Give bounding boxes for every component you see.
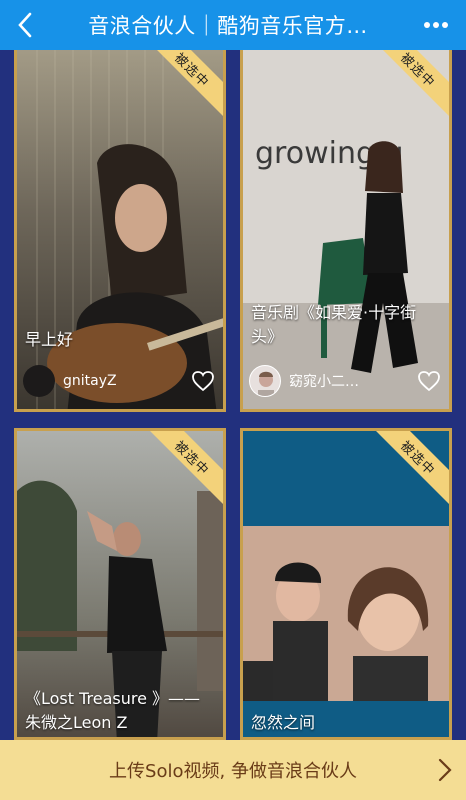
avatar — [23, 365, 55, 397]
avatar — [249, 365, 281, 397]
upload-cta-bar[interactable]: 上传Solo视频, 争做音浪合伙人 — [0, 740, 466, 800]
video-title: 音乐剧《如果爱·十字街头》 — [251, 303, 417, 346]
upload-cta-label: 上传Solo视频, 争做音浪合伙人 — [109, 761, 357, 782]
top-nav-bar: 音浪合伙人｜酷狗音乐官方… — [0, 0, 466, 50]
video-title: 早上好 — [25, 330, 74, 349]
video-title: 忽然之间 — [251, 713, 316, 732]
page-title: 音浪合伙人｜酷狗音乐官方… — [88, 14, 368, 38]
video-card-1[interactable]: 被选中 早上好 gnitayZ — [14, 40, 226, 412]
heart-icon[interactable] — [417, 369, 441, 393]
heart-icon[interactable] — [191, 369, 215, 393]
chevron-left-icon — [18, 12, 32, 38]
chevron-right-icon — [438, 758, 452, 782]
video-card-4[interactable]: 被选中 忽然之间 — [240, 428, 452, 740]
video-thumbnail — [243, 431, 449, 737]
video-card-3[interactable]: 被选中 《Lost Treasure 》——朱微之Leon Z — [14, 428, 226, 740]
more-dots-icon — [424, 22, 448, 28]
back-button[interactable] — [0, 0, 50, 50]
uploader[interactable]: gnitayZ — [23, 365, 117, 397]
uploader-name: gnitayZ — [63, 373, 117, 389]
video-card-2[interactable]: growing g 被选中 音乐剧《如果爱·十字街头》 窈窕小二… — [240, 40, 452, 412]
video-thumbnail — [17, 43, 223, 409]
uploader[interactable]: 窈窕小二… — [249, 365, 359, 397]
video-thumbnail: growing g — [243, 43, 449, 409]
more-button[interactable] — [406, 0, 466, 50]
video-title: 《Lost Treasure 》——朱微之Leon Z — [25, 689, 201, 732]
uploader-name: 窈窕小二… — [289, 374, 359, 390]
